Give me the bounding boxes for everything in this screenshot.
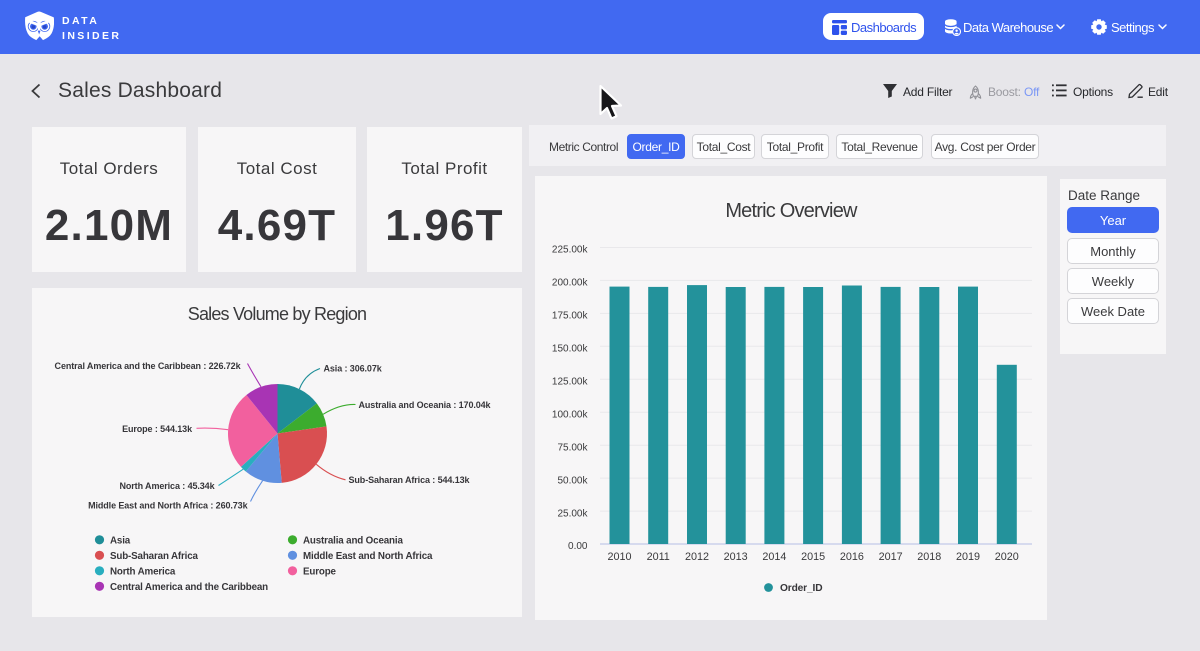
svg-text:75.00k: 75.00k: [557, 442, 588, 453]
svg-text:2010: 2010: [607, 551, 631, 563]
svg-text:Asia : 306.07k: Asia : 306.07k: [324, 364, 383, 374]
svg-text:2017: 2017: [879, 551, 903, 563]
svg-text:25.00k: 25.00k: [557, 508, 588, 519]
svg-text:2018: 2018: [917, 551, 941, 563]
svg-text:Metric Overview: Metric Overview: [725, 200, 858, 222]
svg-text:Central America and the Caribb: Central America and the Caribbean : 226.…: [55, 361, 242, 371]
svg-text:Middle East and North Africa :: Middle East and North Africa : 260.73k: [88, 500, 249, 510]
svg-text:Europe: Europe: [303, 567, 337, 578]
svg-text:225.00k: 225.00k: [552, 245, 589, 256]
svg-text:0.00: 0.00: [568, 541, 588, 552]
svg-text:2015: 2015: [801, 551, 825, 563]
svg-text:2014: 2014: [762, 551, 786, 563]
svg-text:2013: 2013: [724, 551, 748, 563]
svg-text:175.00k: 175.00k: [552, 311, 589, 322]
svg-text:Central America and the Caribb: Central America and the Caribbean: [110, 582, 268, 593]
svg-text:Order_ID: Order_ID: [780, 583, 822, 594]
svg-text:2011: 2011: [647, 551, 670, 563]
svg-text:2020: 2020: [995, 551, 1019, 563]
svg-text:North America : 45.34k: North America : 45.34k: [119, 481, 215, 491]
svg-text:100.00k: 100.00k: [552, 409, 589, 420]
svg-text:200.00k: 200.00k: [552, 278, 589, 289]
svg-text:Europe : 544.13k: Europe : 544.13k: [122, 424, 193, 434]
svg-text:2019: 2019: [956, 551, 980, 563]
svg-text:Sub-Saharan Africa: Sub-Saharan Africa: [110, 551, 199, 562]
svg-text:50.00k: 50.00k: [557, 475, 588, 486]
svg-text:Sub-Saharan Africa : 544.13k: Sub-Saharan Africa : 544.13k: [349, 475, 471, 485]
svg-text:Australia and Oceania : 170.04: Australia and Oceania : 170.04k: [359, 400, 492, 410]
svg-text:North America: North America: [110, 567, 176, 578]
svg-text:2012: 2012: [685, 551, 709, 563]
svg-text:Australia and Oceania: Australia and Oceania: [303, 536, 403, 547]
svg-text:Asia: Asia: [110, 536, 131, 547]
svg-text:150.00k: 150.00k: [552, 344, 589, 355]
svg-text:2016: 2016: [840, 551, 864, 563]
svg-text:Middle East and North Africa: Middle East and North Africa: [303, 551, 433, 562]
svg-text:125.00k: 125.00k: [552, 377, 589, 388]
svg-text:Sales Volume by Region: Sales Volume by Region: [188, 304, 367, 324]
